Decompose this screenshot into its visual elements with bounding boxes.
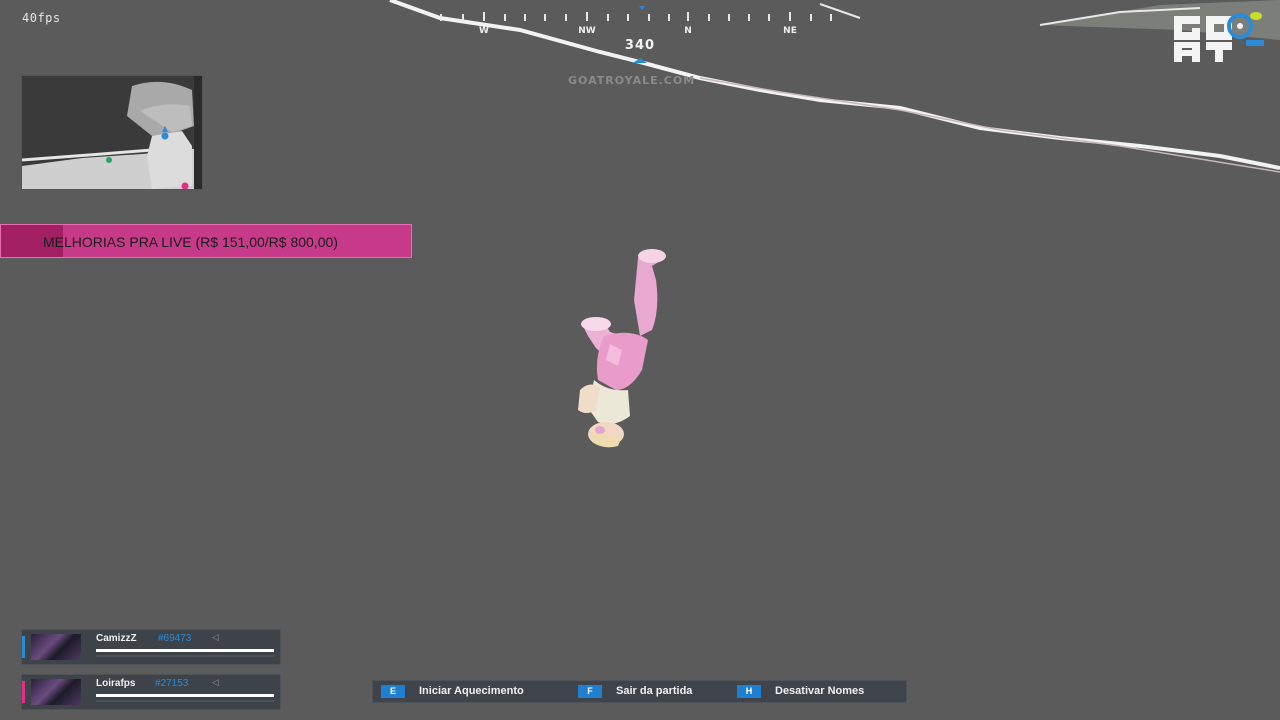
avatar bbox=[31, 679, 81, 705]
compass-center-marker bbox=[639, 6, 645, 10]
teammate-name: CamizzZ bbox=[96, 633, 137, 644]
teammate-tag: #69473 bbox=[158, 633, 192, 644]
compass-heading: 340 bbox=[624, 38, 656, 53]
speaker-icon: ◁ bbox=[212, 633, 219, 643]
speaker-icon: ◁ bbox=[212, 678, 219, 688]
avatar bbox=[31, 634, 81, 660]
key-badge-f: F bbox=[578, 685, 602, 698]
teammate-health-bar bbox=[96, 694, 274, 697]
player-character bbox=[578, 249, 666, 448]
compass-label-n: N bbox=[684, 26, 692, 36]
teammate-tag: #27153 bbox=[155, 678, 189, 689]
action-label: Sair da partida bbox=[616, 685, 693, 697]
teammate-card: Loirafps #27153 ◁ bbox=[21, 674, 281, 710]
goat-royale-logo bbox=[1174, 12, 1264, 62]
compass-label-ne: NE bbox=[783, 26, 797, 36]
action-label: Desativar Nomes bbox=[775, 685, 865, 697]
compass-label-w: W bbox=[479, 26, 489, 36]
action-hints-bar: E Iniciar Aquecimento F Sair da partida … bbox=[372, 680, 907, 703]
teammate-name: Loirafps bbox=[96, 678, 136, 689]
website-watermark: GOATROYALE.COM bbox=[568, 74, 696, 87]
key-badge-e: E bbox=[381, 685, 405, 698]
fps-counter: 40fps bbox=[22, 11, 61, 25]
key-badge-h: H bbox=[737, 685, 761, 698]
teammate-color-stripe bbox=[22, 636, 25, 658]
teammate-shield-bar bbox=[96, 655, 274, 657]
donation-goal-text: MELHORIAS PRA LIVE (R$ 151,00/R$ 800,00) bbox=[43, 234, 338, 250]
teammate-card: CamizzZ #69473 ◁ bbox=[21, 629, 281, 665]
teammate-health-fill bbox=[96, 649, 274, 652]
minimap bbox=[21, 75, 203, 190]
teammate-color-stripe bbox=[22, 681, 25, 703]
compass-label-nw: NW bbox=[578, 26, 596, 36]
teammate-health-fill bbox=[96, 694, 274, 697]
action-label: Iniciar Aquecimento bbox=[419, 685, 524, 697]
donation-goal-bar: MELHORIAS PRA LIVE (R$ 151,00/R$ 800,00) bbox=[0, 224, 412, 258]
teammate-health-bar bbox=[96, 649, 274, 652]
heading-marker-icon bbox=[633, 58, 647, 63]
teammate-shield-bar bbox=[96, 700, 274, 702]
